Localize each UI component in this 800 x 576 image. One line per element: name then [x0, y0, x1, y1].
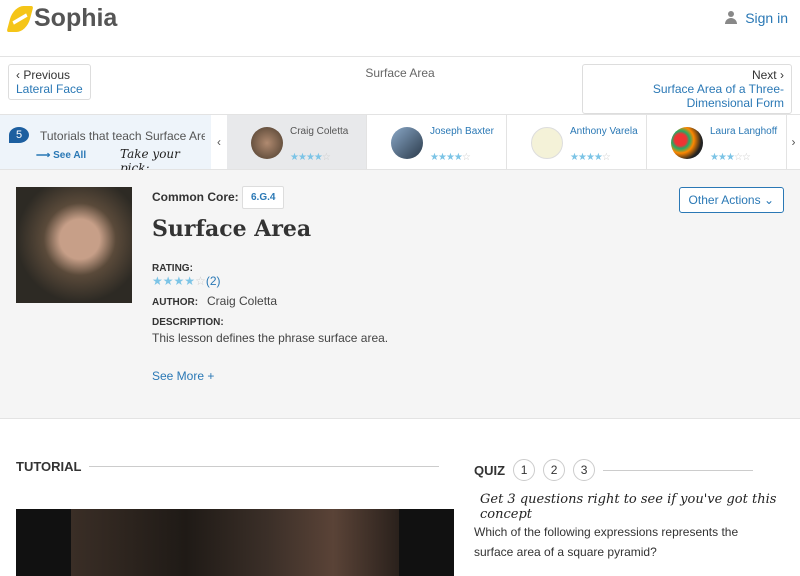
- logo-text: Sophia: [34, 4, 118, 32]
- tutor-card[interactable]: Joseph Baxter ★★★★☆: [367, 115, 507, 169]
- tutor-avatar: [391, 127, 423, 159]
- star-icon: ☆: [321, 152, 331, 163]
- star-icon: ★: [297, 152, 307, 163]
- author-name: Craig Coletta: [207, 294, 278, 308]
- star-icon: ☆: [601, 152, 611, 163]
- tutorial-heading: TUTORIAL: [16, 459, 82, 474]
- lesson-rating: ★★★★☆(2): [152, 274, 221, 288]
- user-icon: [725, 11, 738, 25]
- tutor-card[interactable]: Craig Coletta ★★★★☆: [227, 115, 367, 169]
- quiz-heading: QUIZ: [474, 462, 506, 478]
- next-label: Next: [751, 68, 777, 82]
- video-player[interactable]: [16, 509, 454, 576]
- lesson-info: Common Core: 6.G.4 Surface Area RATING: …: [0, 170, 800, 419]
- star-icon: ★: [570, 152, 579, 163]
- tutor-name: Laura Langhoff: [710, 126, 778, 137]
- tutor-name: Joseph Baxter: [430, 126, 494, 137]
- chevron-down-icon: ⌄: [763, 193, 774, 207]
- quiz-prompt: Get 3 questions right to see if you've g…: [480, 492, 777, 522]
- next-title: Surface Area of a Three-Dimensional Form: [652, 82, 784, 110]
- star-icon: ★: [430, 152, 439, 163]
- star-icon: ☆: [195, 274, 206, 288]
- tutor-avatar: [531, 127, 563, 159]
- tutor-name: Anthony Varela: [570, 126, 638, 137]
- star-icon: ★: [577, 152, 587, 163]
- next-button[interactable]: Next › Surface Area of a Three-Dimensiona…: [582, 64, 792, 114]
- star-rating: ★★★★☆: [152, 274, 206, 288]
- tutorials-text: Tutorials that teach Surface Area: [40, 129, 205, 143]
- star-icon: ★: [437, 152, 447, 163]
- star-rating: ★★★★☆: [570, 152, 611, 163]
- lesson-nav: ‹ Previous Lateral Face Surface Area Next…: [0, 57, 800, 115]
- see-all-label: See All: [53, 150, 87, 161]
- star-icon: ★: [152, 274, 163, 288]
- tutor-card[interactable]: Anthony Varela ★★★★☆: [507, 115, 647, 169]
- divider: [89, 466, 440, 467]
- tutor-card[interactable]: Laura Langhoff ★★★☆☆: [647, 115, 787, 169]
- quiz-question-3[interactable]: 3: [573, 459, 596, 481]
- sophia-logo[interactable]: Sophia: [6, 4, 118, 33]
- other-actions-button[interactable]: Other Actions ⌄: [678, 187, 784, 213]
- common-core-label: Common Core:: [152, 190, 239, 204]
- quiz-question-1[interactable]: 1: [513, 459, 536, 481]
- tutorials-strip: 5 Tutorials that teach Surface Area ⟶ Se…: [0, 115, 800, 175]
- header: Sophia Sign in: [0, 0, 800, 57]
- quiz-question: Which of the following expressions repre…: [474, 525, 739, 559]
- description-text: This lesson defines the phrase surface a…: [152, 331, 389, 345]
- see-all-link[interactable]: ⟶ See All: [36, 150, 86, 161]
- star-icon: ★: [173, 274, 185, 288]
- see-more-link[interactable]: See More +: [152, 369, 214, 383]
- tutorials-intro: 5 Tutorials that teach Surface Area ⟶ Se…: [0, 115, 211, 175]
- star-icon: ★: [290, 152, 299, 163]
- tutorial-count-badge: 5: [9, 127, 29, 143]
- lesson-title: Surface Area: [152, 216, 312, 242]
- common-core-badge[interactable]: 6.G.4: [242, 186, 285, 209]
- star-rating: ★★★☆☆: [710, 152, 751, 163]
- star-icon: ★: [593, 152, 603, 163]
- star-icon: ★: [162, 274, 174, 288]
- star-icon: ★: [184, 274, 196, 288]
- star-icon: ★: [585, 152, 595, 163]
- sign-in-label: Sign in: [745, 10, 788, 26]
- star-icon: ★: [453, 152, 463, 163]
- tutorial-section-header: TUTORIAL: [16, 459, 440, 474]
- star-icon: ★: [717, 152, 727, 163]
- lesson-thumbnail: [16, 187, 132, 303]
- star-icon: ★: [710, 152, 719, 163]
- star-icon: ☆: [733, 152, 743, 163]
- divider: [603, 469, 754, 471]
- description-label: DESCRIPTION:: [152, 317, 224, 328]
- rating-count[interactable]: (2): [206, 274, 221, 288]
- star-icon: ★: [445, 152, 455, 163]
- tutor-avatar: [671, 127, 703, 159]
- prev-title: Lateral Face: [16, 82, 83, 96]
- star-rating: ★★★★☆: [290, 152, 331, 163]
- quiz-section-header: QUIZ 1 2 3: [474, 459, 754, 481]
- star-rating: ★★★★☆: [430, 152, 471, 163]
- star-icon: ☆: [741, 152, 751, 163]
- arrow-right-icon: ⟶: [36, 150, 54, 161]
- star-icon: ★: [313, 152, 323, 163]
- video-frame: [71, 509, 399, 576]
- carousel-prev-button[interactable]: ‹: [211, 115, 227, 169]
- logo-mark-icon: [6, 5, 34, 32]
- chevron-right-icon: ›: [776, 68, 784, 82]
- tutor-name: Craig Coletta: [290, 126, 349, 137]
- rating-label: RATING:: [152, 263, 193, 274]
- author-label: AUTHOR:: [152, 297, 199, 308]
- carousel-next-button[interactable]: ›: [787, 115, 800, 169]
- star-icon: ☆: [461, 152, 471, 163]
- star-icon: ★: [725, 152, 735, 163]
- star-icon: ★: [305, 152, 315, 163]
- quiz-question-2[interactable]: 2: [543, 459, 566, 481]
- other-actions-label: Other Actions: [688, 193, 761, 207]
- sign-in-link[interactable]: Sign in: [725, 10, 788, 26]
- tutor-avatar: [251, 127, 283, 159]
